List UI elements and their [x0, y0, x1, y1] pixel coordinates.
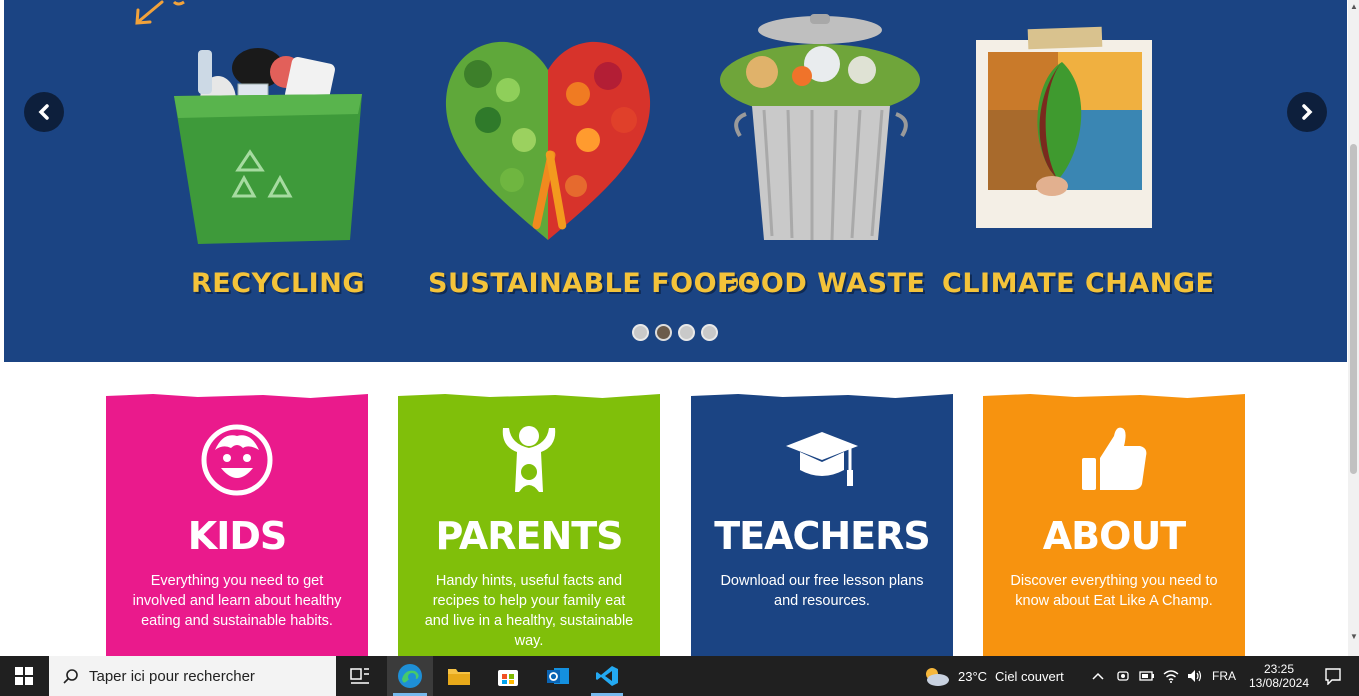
task-view-icon: [350, 668, 369, 684]
language-indicator[interactable]: FRA: [1210, 656, 1238, 696]
parent-child-icon: [502, 426, 556, 492]
card-title: PARENTS: [435, 514, 623, 558]
chevron-left-icon: [38, 104, 49, 120]
card-description: Handy hints, useful facts and recipes to…: [424, 573, 634, 649]
search-icon: [63, 669, 78, 684]
weather-widget[interactable]: 23°C Ciel couvert: [922, 656, 1072, 696]
language-label: FRA: [1212, 669, 1236, 683]
slide-label: SUSTAINABLE FOODS: [428, 268, 760, 299]
carousel-dot-1[interactable]: [632, 324, 649, 341]
file-explorer-icon: [448, 669, 470, 685]
taskbar-app-vscode[interactable]: [585, 656, 629, 696]
search-placeholder: Taper ici pour rechercher: [89, 667, 255, 685]
speaker-icon: [1188, 670, 1202, 682]
weather-description: Ciel couvert: [995, 668, 1064, 684]
cloudy-weather-icon: [926, 668, 949, 686]
taskbar-app-store[interactable]: [486, 656, 530, 696]
wifi-icon[interactable]: [1161, 656, 1181, 696]
slide-label: FOOD WASTE: [718, 268, 926, 299]
card-title: ABOUT: [1042, 514, 1186, 558]
notification-icon: [1325, 668, 1341, 685]
vscode-icon: [596, 666, 618, 686]
carousel-dot-4[interactable]: [701, 324, 718, 341]
card-description: Download our free lesson plans and resou…: [720, 573, 924, 609]
card-kids[interactable]: KIDS Everything you need to get involved…: [106, 394, 368, 656]
food-waste-bin-image: [720, 14, 920, 241]
slide-label: RECYCLING: [191, 268, 365, 299]
graduation-cap-icon: [786, 432, 858, 486]
carousel-dot-2[interactable]: [655, 324, 672, 341]
battery-shape-icon: [1139, 671, 1154, 681]
taskbar-app-outlook[interactable]: [536, 656, 580, 696]
notifications-button[interactable]: [1318, 656, 1348, 696]
smiley-face-icon: [201, 424, 273, 496]
card-about[interactable]: ABOUT Discover everything you need to kn…: [983, 394, 1245, 656]
chevron-right-icon: [1302, 104, 1313, 120]
recycling-bin-image: [174, 48, 362, 244]
card-teachers[interactable]: TEACHERS Download our free lesson plans …: [691, 394, 953, 656]
volume-icon[interactable]: [1185, 656, 1205, 696]
clock-time: 23:25: [1263, 662, 1295, 676]
edge-browser-icon: [398, 664, 422, 688]
browser-viewport: RECYCLING SUSTAINABLE FOODS FOOD WASTE C…: [0, 0, 1359, 656]
weather-temperature: 23°C: [958, 668, 988, 684]
climate-polaroid-image: [976, 26, 1152, 228]
slide-climate-change[interactable]: CLIMATE CHANGE: [942, 10, 1215, 310]
slide-label: CLIMATE CHANGE: [942, 268, 1215, 299]
clock-date: 13/08/2024: [1248, 676, 1310, 690]
page-scrollbar[interactable]: ▲ ▼: [1348, 0, 1359, 656]
card-description: Everything you need to get involved and …: [132, 573, 342, 629]
card-title: KIDS: [187, 514, 288, 558]
wifi-signal-icon: [1163, 670, 1179, 683]
task-view-button[interactable]: [338, 656, 382, 696]
store-icon: [498, 670, 518, 686]
meet-now-icon[interactable]: [1113, 656, 1133, 696]
carousel-pagination: [632, 324, 718, 341]
taskbar-app-edge[interactable]: [387, 656, 433, 696]
slide-sustainable-foods[interactable]: SUSTAINABLE FOODS: [428, 10, 760, 310]
thumbs-up-icon: [1082, 427, 1147, 490]
scroll-down-arrow-icon[interactable]: ▼: [1350, 632, 1358, 641]
card-parents[interactable]: PARENTS Handy hints, useful facts and re…: [398, 394, 660, 656]
windows-logo-icon: [15, 667, 33, 685]
carousel-prev-button[interactable]: [24, 92, 64, 132]
outlook-icon: [547, 668, 569, 684]
scroll-up-arrow-icon[interactable]: ▲: [1350, 2, 1358, 11]
card-title: TEACHERS: [714, 514, 931, 558]
chevron-up-icon: [1092, 672, 1104, 680]
slide-food-waste[interactable]: FOOD WASTE: [702, 10, 942, 310]
show-hidden-icons-button[interactable]: [1088, 656, 1108, 696]
taskbar-search[interactable]: Taper ici pour rechercher: [49, 656, 336, 696]
start-button[interactable]: [0, 656, 48, 696]
carousel-dot-3[interactable]: [678, 324, 695, 341]
battery-icon[interactable]: [1137, 656, 1157, 696]
windows-taskbar: Taper ici pour rechercher 23°C Ciel couv…: [0, 656, 1359, 696]
slide-recycling[interactable]: RECYCLING: [158, 10, 398, 310]
clock[interactable]: 23:25 13/08/2024: [1244, 656, 1314, 696]
scrollbar-thumb[interactable]: [1350, 144, 1357, 474]
webcam-icon: [1117, 671, 1129, 681]
card-description: Discover everything you need to know abo…: [1010, 573, 1218, 609]
vegetable-heart-image: [445, 41, 651, 240]
taskbar-app-explorer[interactable]: [437, 656, 481, 696]
hero-carousel: RECYCLING SUSTAINABLE FOODS FOOD WASTE C…: [4, 0, 1347, 362]
carousel-next-button[interactable]: [1287, 92, 1327, 132]
